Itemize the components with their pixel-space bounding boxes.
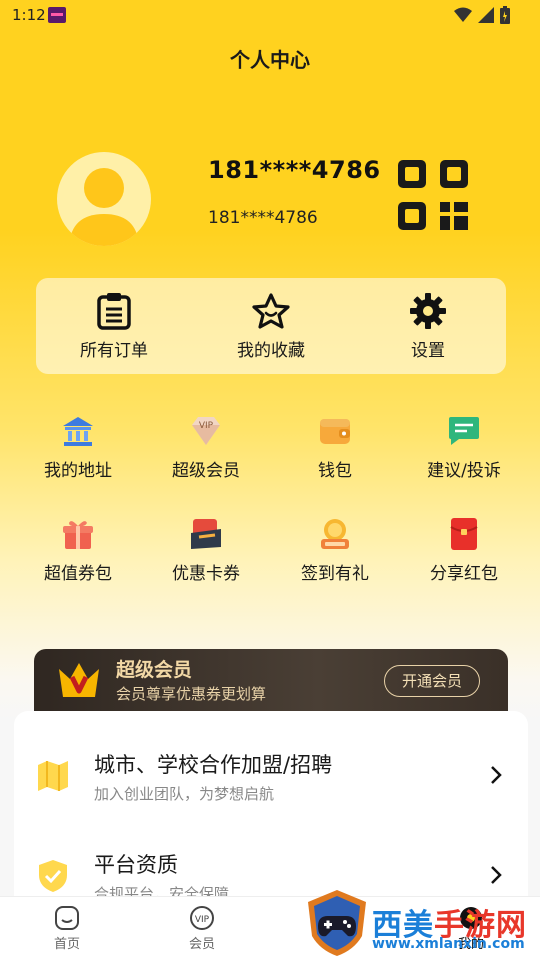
grid-item-checkin[interactable]: 签到有礼 — [275, 517, 395, 584]
wifi-icon — [454, 7, 472, 22]
watermark-url: www.xmlanxin.com — [372, 936, 525, 952]
grid-item-feedback[interactable]: 建议/投诉 — [404, 414, 524, 481]
signal-icon — [478, 7, 494, 23]
checkin-coin-icon — [321, 519, 349, 549]
vip-diamond-icon: VIP — [192, 417, 220, 445]
list-title-partnership: 城市、学校合作加盟/招聘 — [94, 753, 333, 777]
grid-item-address[interactable]: 我的地址 — [18, 414, 138, 481]
gamepad-shield-logo-icon — [308, 890, 366, 956]
tab-label-vip: 会员 — [188, 937, 215, 952]
favorites-button[interactable]: 我的收藏 — [206, 292, 336, 361]
grid-label-address: 我的地址 — [44, 461, 112, 481]
qr-code-icon[interactable] — [396, 158, 470, 232]
grid-item-super-vip[interactable]: VIP 超级会员 — [146, 414, 266, 481]
grid-label-checkin: 签到有礼 — [301, 564, 369, 584]
grid-item-wallet[interactable]: 钱包 — [275, 414, 395, 481]
status-time: 1:12 — [12, 6, 46, 24]
notification-app-icon — [48, 7, 66, 23]
user-name: 181****4786 — [208, 156, 381, 184]
chevron-right-icon — [491, 766, 502, 784]
bank-building-icon — [63, 417, 93, 446]
tab-home[interactable]: 首页 — [27, 905, 107, 952]
page-title: 个人中心 — [230, 48, 310, 72]
grid-label-share-redpacket: 分享红包 — [430, 564, 498, 584]
coupon-icon — [191, 519, 221, 549]
wallet-icon — [320, 419, 350, 444]
svg-text:VIP: VIP — [199, 421, 214, 431]
user-phone: 181****4786 — [208, 208, 318, 228]
list-item-partnership[interactable]: 城市、学校合作加盟/招聘 加入创业团队，为梦想启航 — [14, 731, 528, 831]
chevron-right-icon — [491, 866, 502, 884]
tab-vip[interactable]: VIP 会员 — [162, 905, 242, 952]
user-silhouette-icon — [69, 168, 139, 246]
vip-subtitle: 会员尊享优惠券更划算 — [116, 685, 267, 703]
all-orders-label: 所有订单 — [80, 341, 148, 361]
grid-label-wallet: 钱包 — [318, 461, 352, 481]
settings-label: 设置 — [411, 341, 445, 361]
all-orders-button[interactable]: 所有订单 — [49, 292, 179, 361]
order-list-icon — [97, 293, 131, 330]
status-bar: 1:12 — [0, 0, 540, 32]
grid-label-discount-coupons: 优惠卡券 — [172, 564, 240, 584]
open-vip-button[interactable]: 开通会员 — [384, 665, 480, 697]
grid-item-coupon-pack[interactable]: 超值券包 — [18, 517, 138, 584]
star-icon — [252, 293, 290, 329]
vip-title: 超级会员 — [116, 659, 193, 681]
grid-item-share-redpacket[interactable]: 分享红包 — [404, 517, 524, 584]
favorites-label: 我的收藏 — [237, 341, 305, 361]
gear-icon — [410, 293, 446, 329]
map-icon — [38, 761, 68, 791]
vip-crown-icon — [59, 663, 99, 697]
settings-button[interactable]: 设置 — [363, 292, 493, 361]
red-envelope-icon — [450, 518, 478, 550]
tab-label-home: 首页 — [53, 937, 80, 952]
quick-actions-card: 所有订单 我的收藏 设置 — [36, 278, 506, 374]
home-icon — [55, 906, 79, 930]
shield-icon — [39, 860, 67, 892]
chat-bubble-icon — [449, 417, 479, 445]
gift-box-icon — [63, 521, 93, 549]
list-subtitle-partnership: 加入创业团队，为梦想启航 — [94, 785, 275, 803]
status-indicators — [454, 6, 510, 24]
grid-label-feedback: 建议/投诉 — [427, 461, 501, 481]
site-watermark: 西美手游网 www.xmlanxin.com — [302, 886, 540, 960]
grid-item-discount-coupons[interactable]: 优惠卡券 — [146, 517, 266, 584]
svg-text:VIP: VIP — [195, 915, 210, 925]
vip-tab-icon: VIP — [190, 906, 214, 930]
list-title-qualification: 平台资质 — [94, 853, 178, 877]
grid-label-coupon-pack: 超值券包 — [44, 564, 112, 584]
avatar[interactable] — [57, 152, 151, 246]
battery-icon — [500, 6, 510, 24]
grid-label-super-vip: 超级会员 — [172, 461, 240, 481]
